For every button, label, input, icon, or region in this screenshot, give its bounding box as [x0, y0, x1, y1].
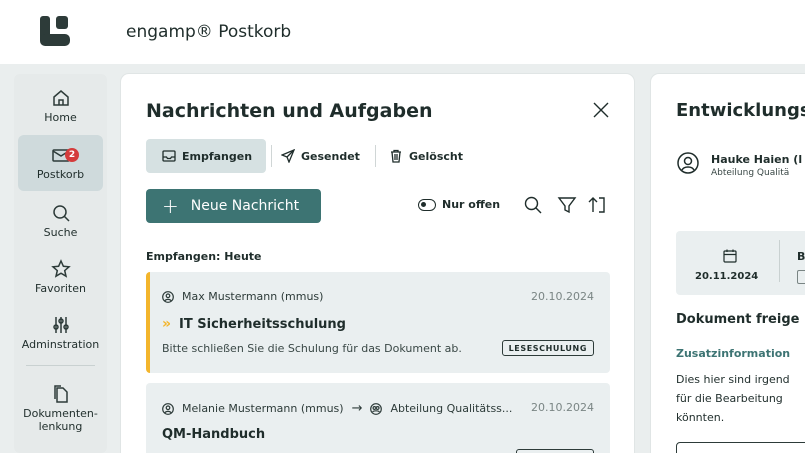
detail-action-button[interactable]: [676, 442, 805, 453]
detail-title: Entwicklungsr: [676, 100, 805, 121]
card-subject: QM-Handbuch: [162, 427, 266, 442]
message-card[interactable]: Max Mustermann (mmus) 20.10.2024 » IT Si…: [146, 272, 610, 373]
priority-chevron-icon: »: [162, 316, 172, 332]
detail-text-line: für die Bearbeitung: [676, 392, 783, 405]
search-button[interactable]: [523, 195, 543, 215]
sidebar-item-home[interactable]: Home: [18, 78, 103, 134]
sliders-icon: [52, 317, 69, 333]
card-date: 20.10.2024: [531, 290, 594, 303]
card-subject: IT Sicherheitsschulung: [179, 316, 346, 332]
card-sender-row: Melanie Mustermann (mmus) → Abteilung Qu…: [162, 401, 512, 416]
card-date: 20.10.2024: [531, 401, 594, 414]
card-recipient: Abteilung Qualitätss...: [390, 402, 513, 415]
sort-icon: [588, 197, 605, 213]
user-icon: [162, 402, 174, 415]
message-card[interactable]: Melanie Mustermann (mmus) → Abteilung Qu…: [146, 383, 610, 453]
send-icon: [281, 149, 295, 163]
tab-empfangen[interactable]: Empfangen: [146, 139, 266, 173]
sidebar-item-favoriten[interactable]: Favoriten: [18, 249, 103, 305]
detail-section-title: Dokument freige: [676, 312, 800, 327]
search-icon: [524, 196, 542, 214]
toggle-label: Nur offen: [442, 198, 501, 211]
detail-subsection-title: Zusatzinformation: [676, 347, 791, 360]
detail-text-line: Dies hier sind irgend: [676, 373, 790, 386]
unread-badge: 2: [65, 148, 79, 162]
new-message-label: Neue Nachricht: [190, 198, 300, 214]
detail-meta-box: [676, 231, 805, 295]
detail-user-dept: Abteilung Qualitä: [711, 168, 790, 178]
home-icon: [52, 90, 69, 106]
detail-meta-tag: [797, 270, 805, 284]
engamp-logo-icon: [40, 16, 70, 46]
card-tag: [516, 449, 594, 453]
filter-icon: [557, 197, 577, 214]
toggle-icon: [418, 198, 436, 211]
sidebar-item-label: Suche: [43, 226, 78, 239]
close-icon[interactable]: [591, 100, 611, 120]
filter-button[interactable]: [557, 195, 577, 215]
tab-label: Gesendet: [301, 149, 360, 163]
detail-panel: Entwicklungsr Hauke Haien (l Abteilung Q…: [651, 74, 805, 453]
card-sender-row: Max Mustermann (mmus): [162, 290, 323, 303]
app-title: engamp® Postkorb: [126, 22, 292, 42]
only-open-toggle[interactable]: Nur offen: [418, 198, 500, 211]
tab-label: Empfangen: [182, 149, 253, 163]
tab-label: Gelöscht: [409, 149, 463, 163]
plus-icon: +: [162, 194, 179, 218]
sidebar-nav: Home 2 Postkorb Suche Favoriten Adminstr…: [14, 74, 107, 453]
card-body: Bitte schließen Sie die Schulung für das…: [162, 342, 462, 355]
tab-geloescht[interactable]: Gelöscht: [389, 139, 463, 173]
user-icon: [677, 152, 699, 174]
messages-panel: Nachrichten und Aufgaben Empfangen Gesen…: [121, 74, 634, 453]
sidebar-item-label: Adminstration: [21, 338, 100, 351]
detail-user-name: Hauke Haien (l: [711, 153, 803, 166]
user-icon: [162, 290, 174, 303]
section-label: Empfangen: Heute: [146, 250, 262, 263]
new-message-button[interactable]: + Neue Nachricht: [146, 189, 321, 223]
calendar-icon: [723, 249, 737, 263]
sidebar-item-label: Dokumenten- lenkung: [23, 406, 98, 433]
tab-gesendet[interactable]: Gesendet: [281, 139, 360, 173]
card-tag: LESESCHULUNG: [501, 340, 594, 356]
card-sender: Melanie Mustermann (mmus): [182, 402, 344, 415]
sidebar-divider: [26, 365, 95, 366]
trash-icon: [391, 149, 401, 163]
detail-meta-label: B: [797, 250, 805, 263]
sidebar-item-postkorb[interactable]: 2 Postkorb: [18, 135, 103, 191]
card-subject-row: » IT Sicherheitsschulung: [162, 316, 346, 332]
star-icon: [50, 259, 71, 278]
arrow-right-icon: →: [351, 401, 363, 416]
sidebar-item-label: Home: [44, 111, 77, 124]
detail-date: 20.11.2024: [695, 271, 759, 282]
detail-text-line: könnten.: [676, 411, 725, 424]
card-sender: Max Mustermann (mmus): [182, 290, 324, 303]
search-icon: [52, 205, 70, 222]
sort-button[interactable]: [587, 195, 607, 215]
tab-divider: [271, 145, 272, 167]
sidebar-item-adminstration[interactable]: Adminstration: [18, 305, 103, 361]
tab-divider: [375, 145, 376, 167]
sidebar-item-label: Postkorb: [36, 168, 85, 181]
group-icon: [370, 402, 383, 415]
inbox-icon: [162, 150, 176, 162]
sidebar-item-label: Favoriten: [35, 282, 86, 295]
sidebar-item-dokumentenlenkung[interactable]: Dokumenten- lenkung: [18, 376, 103, 440]
panel-title: Nachrichten und Aufgaben: [146, 100, 433, 122]
meta-divider: [779, 240, 780, 282]
sidebar-item-suche[interactable]: Suche: [18, 193, 103, 249]
documents-icon: [53, 384, 68, 403]
